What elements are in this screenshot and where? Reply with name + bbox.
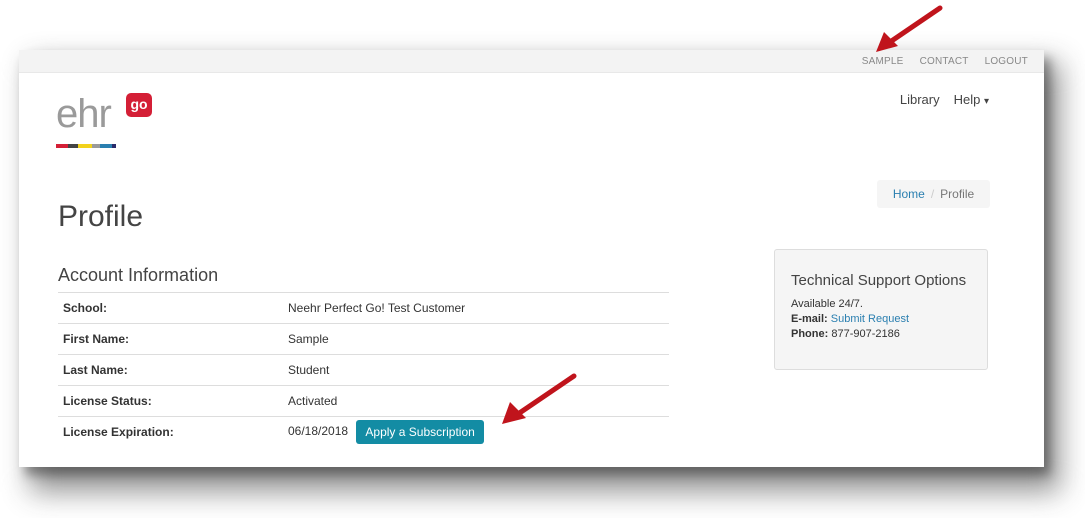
row-value-last-name: Student <box>283 354 669 386</box>
table-row: First Name: Sample <box>58 323 669 355</box>
logo-stripe <box>56 144 116 148</box>
breadcrumb: Home / Profile <box>877 180 990 208</box>
table-row: School: Neehr Perfect Go! Test Customer <box>58 292 669 324</box>
row-label-school: School: <box>58 292 283 324</box>
support-phone-value: 877-907-2186 <box>831 328 900 340</box>
ehrgo-logo[interactable]: ehr go <box>56 92 166 150</box>
row-value-school: Neehr Perfect Go! Test Customer <box>283 292 669 324</box>
support-phone-label: Phone: <box>791 328 829 340</box>
apply-subscription-button[interactable]: Apply a Subscription <box>356 420 484 444</box>
annotation-arrow-apply-icon <box>502 373 577 424</box>
row-label-license-expiration: License Expiration: <box>58 416 283 447</box>
row-value-license-status: Activated <box>283 385 669 417</box>
nav-help-label: Help <box>953 92 981 107</box>
row-value-first-name: Sample <box>283 323 669 355</box>
logo-text: ehr <box>56 92 112 136</box>
row-label-license-status: License Status: <box>58 385 283 417</box>
row-label-first-name: First Name: <box>58 323 283 355</box>
support-panel: Technical Support Options Available 24/7… <box>774 249 988 370</box>
support-email-label: E-mail: <box>791 313 828 325</box>
support-availability: Available 24/7. <box>791 298 863 310</box>
row-value-license-expiration-cell: 06/18/2018 Apply a Subscription <box>283 416 669 447</box>
main-nav: Library Help ▾ <box>900 92 989 107</box>
support-title: Technical Support Options <box>791 272 967 289</box>
breadcrumb-separator: / <box>930 187 935 201</box>
nav-help[interactable]: Help ▾ <box>954 92 989 107</box>
logo-badge: go <box>126 93 152 117</box>
support-email: E-mail: Submit Request <box>791 312 971 327</box>
logout-link[interactable]: LOGOUT <box>985 56 1028 67</box>
section-title-account: Account Information <box>58 265 219 285</box>
license-expiration-date: 06/18/2018 <box>288 424 349 439</box>
support-phone: Phone: 877-907-2186 <box>791 327 971 342</box>
annotation-arrow-contact-icon <box>876 5 943 52</box>
breadcrumb-home[interactable]: Home <box>893 187 925 201</box>
chevron-down-icon: ▾ <box>983 96 989 107</box>
submit-request-link[interactable]: Submit Request <box>831 313 909 325</box>
nav-library[interactable]: Library <box>900 92 940 107</box>
breadcrumb-current: Profile <box>940 187 975 201</box>
page-title: Profile <box>58 200 144 233</box>
row-label-last-name: Last Name: <box>58 354 283 386</box>
